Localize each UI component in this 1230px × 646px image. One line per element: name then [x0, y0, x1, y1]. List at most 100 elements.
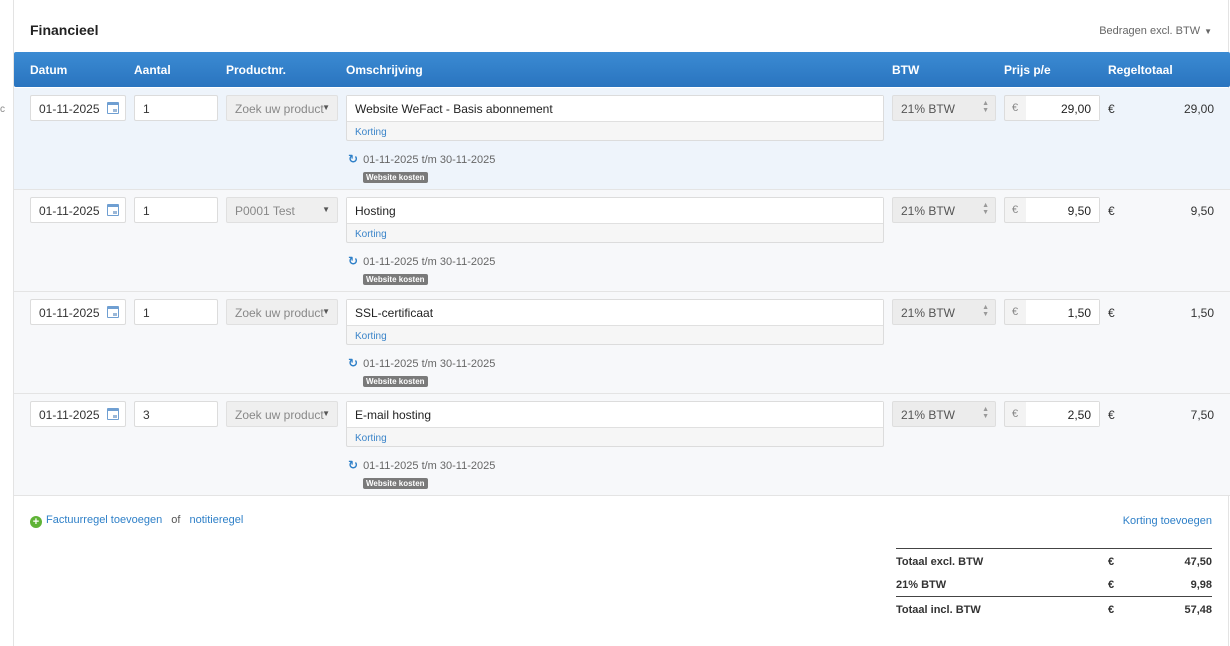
vat-select[interactable]: 21% BTW ▲ ▼: [892, 197, 996, 223]
price-field: €9,50: [1004, 197, 1100, 223]
date-value: 01-11-2025: [39, 204, 100, 218]
date-input[interactable]: 01-11-2025: [30, 401, 126, 427]
spinner-icon: ▲ ▼: [982, 406, 989, 420]
spinner-icon: ▲ ▼: [982, 100, 989, 114]
vat-value: 21% BTW: [901, 408, 956, 422]
invoice-line: 01-11-2025 3 Zoek uw product ▼ E-mail hos…: [14, 394, 1230, 496]
line-total: 7,50: [1190, 408, 1214, 422]
total-currency: €: [1108, 556, 1115, 568]
quantity-input[interactable]: 1: [134, 95, 218, 121]
refresh-icon[interactable]: ↻: [348, 356, 358, 370]
line-total-currency: €: [1108, 306, 1115, 320]
caret-down-icon: ▼: [1204, 27, 1212, 36]
quantity-input[interactable]: 1: [134, 299, 218, 325]
discount-link[interactable]: Korting: [355, 229, 387, 240]
edge-marker: c: [0, 104, 5, 115]
add-discount-link[interactable]: Korting toevoegen: [1123, 515, 1212, 527]
product-select[interactable]: Zoek uw product ▼: [226, 299, 338, 325]
refresh-icon[interactable]: ↻: [348, 152, 358, 166]
section-title: Financieel: [30, 22, 99, 38]
currency-symbol: €: [1012, 204, 1019, 216]
description-input[interactable]: Hosting: [347, 198, 883, 224]
calendar-icon[interactable]: [107, 204, 119, 216]
table-header: Datum Aantal Productnr. Omschrijving BTW…: [14, 52, 1230, 87]
price-field: €1,50: [1004, 299, 1100, 325]
product-select[interactable]: Zoek uw product ▼: [226, 95, 338, 121]
description-box: Hosting Korting: [346, 197, 884, 243]
col-productnr: Productnr.: [226, 63, 287, 77]
discount-link[interactable]: Korting: [355, 433, 387, 444]
date-input[interactable]: 01-11-2025: [30, 299, 126, 325]
col-prijs: Prijs p/e: [1004, 63, 1051, 77]
date-value: 01-11-2025: [39, 408, 100, 422]
cost-tag: Website kosten: [363, 172, 428, 183]
total-amount: 47,50: [1184, 556, 1212, 568]
total-amount: 57,48: [1184, 604, 1212, 616]
invoice-line: 01-11-2025 1 Zoek uw product ▼ Website We…: [14, 88, 1230, 190]
add-invoice-line-link[interactable]: Factuurregel toevoegen: [46, 514, 162, 526]
currency-symbol: €: [1012, 102, 1019, 114]
product-value: Zoek uw product: [235, 102, 324, 116]
cost-tag: Website kosten: [363, 274, 428, 285]
description-box: SSL-certificaat Korting: [346, 299, 884, 345]
add-circle-icon[interactable]: +: [30, 516, 42, 528]
amount-mode-dropdown[interactable]: Bedragen excl. BTW ▼: [1099, 25, 1212, 37]
total-row-vat: 21% BTW € 9,98: [896, 572, 1212, 596]
product-select[interactable]: Zoek uw product ▼: [226, 401, 338, 427]
price-input[interactable]: 1,50: [1026, 300, 1099, 324]
calendar-icon[interactable]: [107, 102, 119, 114]
line-total: 9,50: [1190, 204, 1214, 218]
col-datum: Datum: [30, 63, 68, 77]
col-aantal: Aantal: [134, 63, 171, 77]
spinner-icon: ▲ ▼: [982, 202, 989, 216]
vat-select[interactable]: 21% BTW ▲ ▼: [892, 299, 996, 325]
description-input[interactable]: Website WeFact - Basis abonnement: [347, 96, 883, 122]
amount-mode-label: Bedragen excl. BTW: [1099, 25, 1201, 37]
total-label: Totaal excl. BTW: [896, 556, 984, 568]
financial-panel: Financieel Bedragen excl. BTW ▼ Datum Aan…: [13, 0, 1230, 646]
description-input[interactable]: E-mail hosting: [347, 402, 883, 428]
discount-link[interactable]: Korting: [355, 127, 387, 138]
chevron-down-icon: ▼: [322, 103, 330, 112]
description-input[interactable]: SSL-certificaat: [347, 300, 883, 326]
vat-select[interactable]: 21% BTW ▲ ▼: [892, 95, 996, 121]
refresh-icon[interactable]: ↻: [348, 254, 358, 268]
period-text: 01-11-2025 t/m 30-11-2025: [363, 154, 496, 166]
product-value: Zoek uw product: [235, 306, 324, 320]
total-row-excl: Totaal excl. BTW € 47,50: [896, 548, 1212, 572]
refresh-icon[interactable]: ↻: [348, 458, 358, 472]
price-field: €2,50: [1004, 401, 1100, 427]
cost-tag: Website kosten: [363, 376, 428, 387]
calendar-icon[interactable]: [107, 408, 119, 420]
chevron-down-icon: ▼: [322, 205, 330, 214]
product-select[interactable]: P0001 Test ▼: [226, 197, 338, 223]
discount-link[interactable]: Korting: [355, 331, 387, 342]
add-note-line-link[interactable]: notitieregel: [190, 514, 244, 526]
vat-value: 21% BTW: [901, 306, 956, 320]
period-text: 01-11-2025 t/m 30-11-2025: [363, 256, 496, 268]
price-input[interactable]: 2,50: [1026, 402, 1099, 426]
total-currency: €: [1108, 579, 1115, 591]
vat-value: 21% BTW: [901, 204, 956, 218]
vat-value: 21% BTW: [901, 102, 956, 116]
date-input[interactable]: 01-11-2025: [30, 95, 126, 121]
description-box: Website WeFact - Basis abonnement Kortin…: [346, 95, 884, 141]
col-regeltotaal: Regeltotaal: [1108, 63, 1173, 77]
product-value: P0001 Test: [235, 204, 295, 218]
calendar-icon[interactable]: [107, 306, 119, 318]
currency-symbol: €: [1012, 306, 1019, 318]
date-value: 01-11-2025: [39, 306, 100, 320]
total-amount: 9,98: [1190, 579, 1212, 591]
price-input[interactable]: 29,00: [1026, 96, 1099, 120]
period-info: ↻ 01-11-2025 t/m 30-11-2025: [348, 254, 495, 268]
vat-select[interactable]: 21% BTW ▲ ▼: [892, 401, 996, 427]
date-input[interactable]: 01-11-2025: [30, 197, 126, 223]
total-currency: €: [1108, 604, 1115, 616]
line-total-currency: €: [1108, 408, 1115, 422]
price-input[interactable]: 9,50: [1026, 198, 1099, 222]
quantity-input[interactable]: 3: [134, 401, 218, 427]
col-btw: BTW: [892, 63, 920, 77]
line-total: 29,00: [1183, 102, 1214, 116]
quantity-input[interactable]: 1: [134, 197, 218, 223]
total-label: 21% BTW: [896, 579, 947, 591]
